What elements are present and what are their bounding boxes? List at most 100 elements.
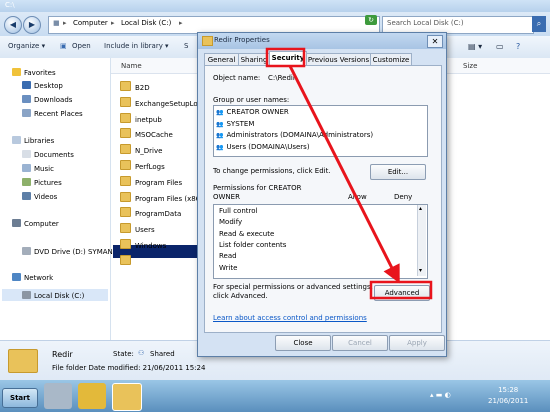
nav-videos[interactable]: Videos — [22, 192, 57, 201]
nav-local-disk[interactable]: Local Disk (C:) — [22, 291, 84, 300]
nav-documents[interactable]: Documents — [22, 150, 74, 159]
access-control-help-link[interactable]: Learn about access control and permissio… — [213, 314, 367, 322]
scroll-up-icon[interactable]: ▴ — [419, 205, 422, 212]
notification-icons[interactable]: ▴ ▬ ◐ — [430, 391, 451, 399]
nav-label: Favorites — [24, 69, 56, 77]
nav-computer[interactable]: Computer — [12, 219, 59, 228]
file-row[interactable]: Windows — [120, 239, 166, 251]
folder-icon — [120, 96, 131, 107]
music-icon — [22, 164, 31, 172]
change-view-icon[interactable]: ▤ ▾ — [468, 42, 482, 51]
column-name[interactable]: Name — [121, 62, 142, 70]
permissions-for-label-2: OWNER — [213, 193, 240, 201]
desktop-icon — [22, 81, 31, 89]
recent-places-icon — [22, 109, 31, 117]
nav-dvd-drive[interactable]: DVD Drive (D:) SYMAN — [22, 247, 113, 256]
group-name: Users (DOMAINA\Users) — [226, 142, 310, 151]
close-icon[interactable]: ✕ — [427, 35, 443, 48]
file-name: B2D — [135, 84, 150, 92]
group-list-item[interactable]: 👥 CREATOR OWNER — [216, 108, 289, 116]
dialog-title-bar[interactable]: Redir Properties ✕ — [198, 33, 446, 49]
permission-item: Read & execute — [219, 229, 275, 238]
breadcrumb-separator-icon[interactable]: ▸ — [111, 19, 115, 27]
column-size[interactable]: Size — [463, 62, 477, 70]
dvd-drive-icon — [22, 247, 31, 255]
apply-button[interactable]: Apply — [389, 335, 445, 351]
powershell-icon[interactable] — [78, 383, 106, 409]
folder-icon — [120, 223, 131, 234]
refresh-icon[interactable]: ↻ — [365, 15, 377, 25]
cancel-button[interactable]: Cancel — [332, 335, 388, 351]
search-placeholder: Search Local Disk (C:) — [387, 19, 464, 27]
organize-button[interactable]: Organize ▾ — [8, 42, 45, 50]
clock[interactable]: 15:28 21/06/2011 — [488, 385, 528, 407]
breadcrumb-separator-icon[interactable]: ▸ — [179, 19, 183, 27]
permission-scrollbar[interactable]: ▴ ▾ — [417, 205, 426, 276]
pictures-icon — [22, 178, 31, 186]
tab-security[interactable]: Security — [269, 51, 307, 66]
permissions-for-label: Permissions for CREATOR — [213, 184, 302, 192]
object-name-label: Object name: — [213, 74, 261, 82]
preview-pane-icon[interactable]: ▭ — [496, 42, 504, 51]
file-row[interactable]: PerfLogs — [120, 160, 165, 172]
folder-icon — [120, 175, 131, 186]
group-list-item[interactable]: 👥 Users (DOMAINA\Users) — [216, 143, 310, 151]
special-permissions-text-2: click Advanced. — [213, 292, 268, 300]
folder-icon — [8, 349, 38, 373]
detail-state-label: State: — [113, 350, 134, 358]
shared-icon: ⚇ — [138, 349, 145, 357]
help-icon[interactable]: ? — [516, 42, 520, 51]
file-row[interactable]: B2D — [120, 81, 150, 93]
videos-icon — [22, 192, 31, 200]
start-button[interactable]: Start — [2, 388, 38, 408]
share-button[interactable]: S — [184, 42, 188, 50]
window-title-bar: C:\ — [0, 0, 550, 12]
search-icon[interactable]: ⌕ — [532, 16, 546, 32]
group-list-item[interactable]: 👥 SYSTEM — [216, 120, 254, 128]
folder-icon — [120, 191, 131, 202]
dialog-title: Redir Properties — [214, 36, 270, 44]
detail-name: Redir — [52, 350, 73, 359]
breadcrumb-arrow-icon[interactable]: ▸ — [63, 19, 67, 27]
nav-pictures[interactable]: Pictures — [22, 178, 62, 187]
server-manager-icon[interactable] — [44, 383, 72, 409]
file-row[interactable]: N_Drive — [120, 144, 162, 156]
close-button[interactable]: Close — [275, 335, 331, 351]
scroll-down-icon[interactable]: ▾ — [419, 267, 422, 274]
open-button[interactable]: Open — [72, 42, 91, 50]
nav-network[interactable]: Network — [12, 273, 53, 282]
file-row[interactable]: Program Files — [120, 175, 182, 188]
permission-item: Read — [219, 252, 237, 261]
include-in-library-button[interactable]: Include in library ▾ — [104, 42, 169, 50]
advanced-button[interactable]: Advanced — [374, 285, 430, 301]
folder-icon — [120, 239, 131, 249]
computer-icon: ■ — [53, 19, 60, 27]
back-button[interactable]: ◀ — [4, 16, 22, 34]
navigation-pane: Favorites Desktop Downloads Recent Place… — [0, 58, 113, 340]
file-row[interactable]: inetpub — [120, 112, 162, 125]
forward-button[interactable]: ▶ — [23, 16, 41, 34]
file-row[interactable]: MSOCache — [120, 128, 173, 140]
file-row[interactable]: Redir — [120, 254, 153, 267]
nav-music[interactable]: Music — [22, 164, 54, 173]
file-row[interactable]: Program Files (x86 — [120, 191, 200, 204]
file-row[interactable]: Users — [120, 223, 155, 235]
permission-item: Modify — [219, 218, 243, 227]
libraries-icon — [12, 136, 21, 144]
breadcrumb-computer[interactable]: Computer — [73, 19, 108, 27]
group-list-item[interactable]: 👥 Administrators (DOMAINA\Administrators) — [216, 131, 373, 139]
breadcrumb-local-disk[interactable]: Local Disk (C:) — [121, 19, 171, 27]
nav-desktop[interactable]: Desktop — [22, 81, 63, 90]
file-row[interactable]: ExchangeSetupLog — [120, 96, 202, 109]
nav-downloads[interactable]: Downloads — [22, 95, 72, 104]
nav-favorites[interactable]: Favorites — [12, 68, 56, 77]
users-icon: 👥 — [216, 143, 224, 151]
file-name: PerfLogs — [135, 163, 165, 171]
edit-button[interactable]: Edit... — [370, 164, 426, 180]
nav-libraries[interactable]: Libraries — [12, 136, 54, 145]
nav-recent-places[interactable]: Recent Places — [22, 109, 83, 118]
file-row[interactable]: ProgramData — [120, 207, 181, 219]
explorer-icon[interactable] — [112, 383, 142, 411]
folder-icon — [120, 160, 131, 170]
group-name: CREATOR OWNER — [226, 108, 289, 116]
